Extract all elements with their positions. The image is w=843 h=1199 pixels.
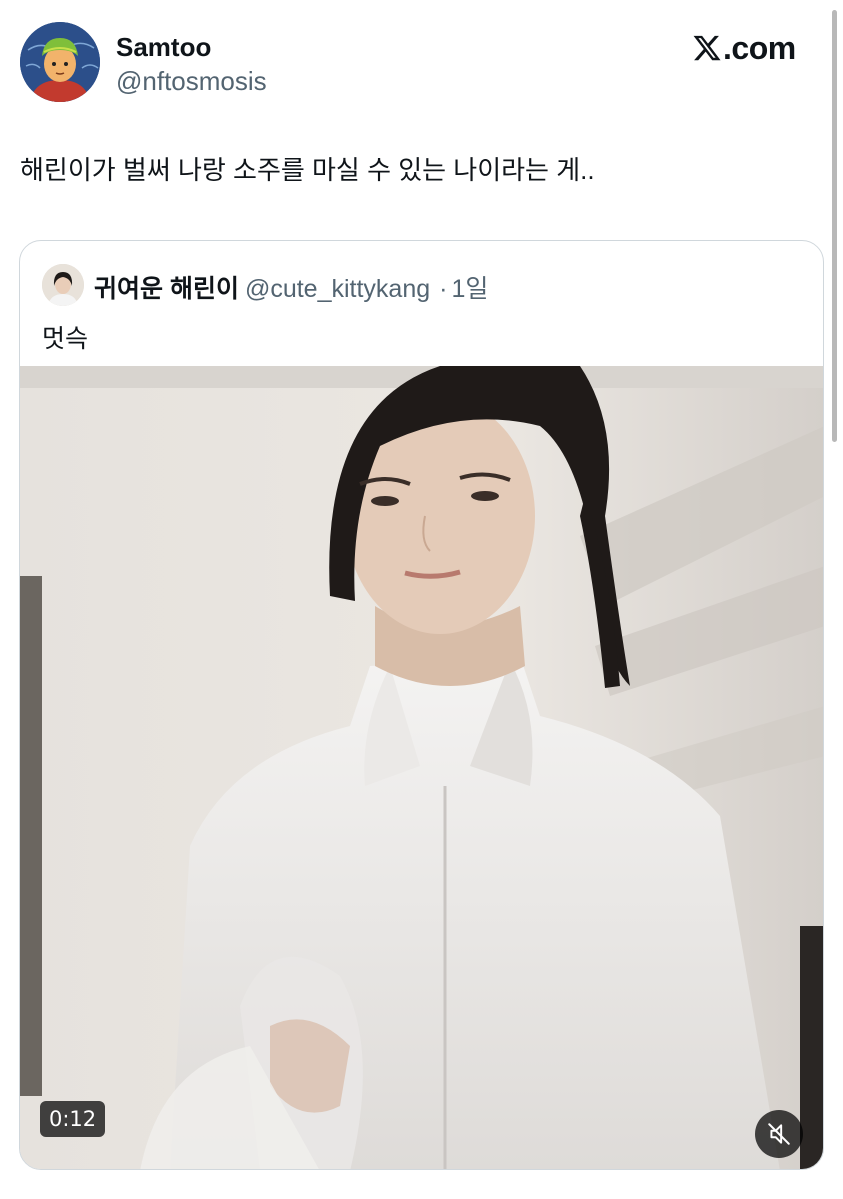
x-logo-icon (693, 35, 721, 61)
separator-dot: · (439, 275, 448, 303)
x-com-logo[interactable]: .com (692, 28, 796, 68)
quoted-header: 귀여운 해린이 @cute_kittykang · 1일 (94, 269, 488, 305)
quoted-text: 멋슥 (42, 325, 89, 353)
quoted-tweet[interactable]: 귀여운 해린이 @cute_kittykang · 1일 멋슥 0:12 (19, 240, 824, 1170)
mute-button[interactable] (755, 1110, 803, 1158)
author-name[interactable]: Samtoo (116, 32, 211, 63)
author-handle[interactable]: @nftosmosis (116, 66, 267, 97)
scrollbar[interactable] (832, 10, 837, 442)
video-player[interactable]: 0:12 (20, 366, 823, 1169)
video-frame (20, 366, 823, 1169)
tweet-text: 해린이가 벌써 나랑 소주를 마실 수 있는 나이라는 게.. (20, 155, 595, 185)
quoted-author-avatar[interactable] (42, 264, 84, 306)
author-avatar[interactable] (20, 22, 100, 102)
speaker-muted-icon (768, 1123, 790, 1145)
x-com-label: .com (723, 29, 796, 66)
video-duration: 0:12 (40, 1101, 106, 1137)
tweet-author: Samtoo @nftosmosis .com (20, 22, 810, 104)
quoted-author-name[interactable]: 귀여운 해린이 (94, 275, 239, 303)
quoted-author-handle[interactable]: @cute_kittykang (245, 275, 430, 303)
quoted-timestamp[interactable]: 1일 (451, 275, 488, 303)
